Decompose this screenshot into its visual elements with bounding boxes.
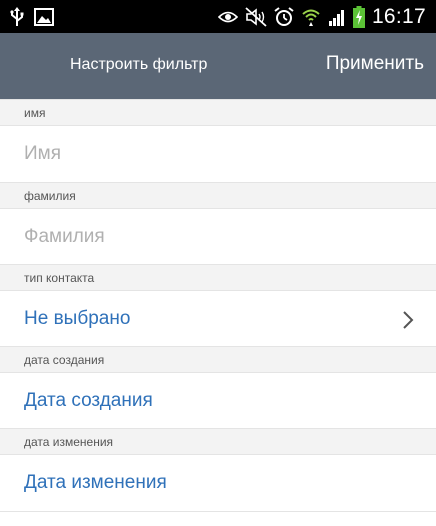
eye-icon — [217, 10, 238, 24]
picture-icon — [34, 8, 54, 26]
section-label-modified-date: дата изменения — [24, 435, 114, 449]
apply-button[interactable]: Применить — [326, 53, 424, 75]
section-label-first-name: имя — [24, 106, 46, 120]
mute-icon — [245, 7, 267, 27]
status-clock: 16:17 — [371, 5, 426, 28]
status-left-icons — [10, 5, 54, 29]
section-header-modified-date: дата изменения — [0, 428, 436, 455]
wifi-icon — [301, 7, 321, 27]
section-header-contact-type: тип контакта — [0, 264, 436, 291]
first-name-field[interactable] — [24, 140, 404, 168]
section-header-last-name: фамилия — [0, 182, 436, 209]
status-right-icons: 16:17 — [217, 4, 426, 30]
battery-charging-icon — [352, 6, 365, 28]
section-header-first-name: имя — [0, 99, 436, 126]
chevron-right-icon — [402, 310, 414, 335]
contact-type-value: Не выбрано — [24, 308, 131, 329]
status-bar: 16:17 — [0, 0, 436, 33]
section-label-created-date: дата создания — [24, 353, 105, 367]
action-bar: Настроить фильтр Применить — [0, 33, 436, 99]
created-date-value: Дата создания — [24, 390, 153, 411]
last-name-row — [0, 209, 436, 265]
last-name-field[interactable] — [24, 223, 404, 251]
usb-icon — [10, 7, 24, 27]
created-date-picker[interactable]: Дата создания — [0, 373, 436, 429]
section-label-last-name: фамилия — [24, 189, 76, 203]
modified-date-value: Дата изменения — [24, 472, 167, 493]
alarm-icon — [274, 7, 294, 27]
signal-icon — [328, 8, 346, 26]
contact-type-selector[interactable]: Не выбрано — [0, 291, 436, 347]
first-name-row — [0, 126, 436, 182]
section-header-created-date: дата создания — [0, 346, 436, 373]
section-label-contact-type: тип контакта — [24, 271, 95, 285]
modified-date-picker[interactable]: Дата изменения — [0, 455, 436, 511]
page-title: Настроить фильтр — [70, 56, 208, 73]
divider — [0, 511, 436, 512]
